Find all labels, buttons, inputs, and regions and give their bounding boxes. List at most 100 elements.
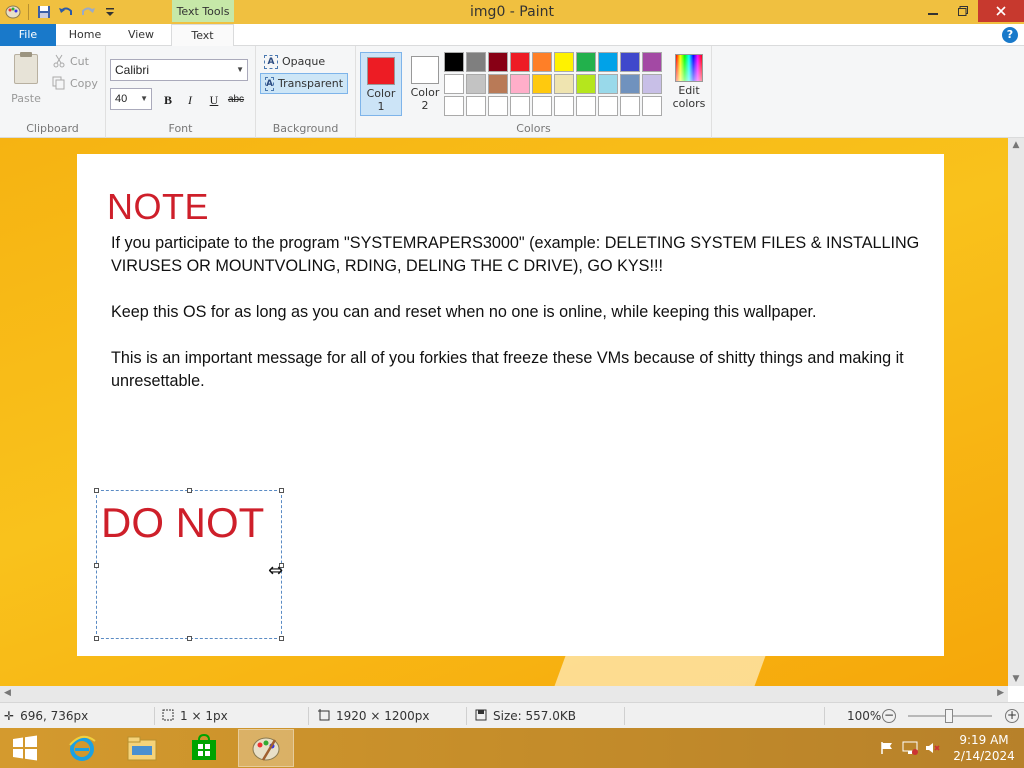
palette-swatch-r3-c2[interactable] — [466, 96, 486, 116]
palette-swatch-r2-c2[interactable] — [466, 74, 486, 94]
tab-file[interactable]: File — [0, 24, 56, 46]
paste-button[interactable]: Paste — [6, 52, 46, 108]
palette-swatch-r3-c3[interactable] — [488, 96, 508, 116]
palette-swatch-r1-c5[interactable] — [532, 52, 552, 72]
file-explorer-icon[interactable] — [114, 729, 170, 767]
palette-swatch-r3-c9[interactable] — [620, 96, 640, 116]
palette-swatch-r3-c6[interactable] — [554, 96, 574, 116]
palette-swatch-r3-c7[interactable] — [576, 96, 596, 116]
chevron-down-icon: ▼ — [140, 94, 148, 103]
tab-view[interactable]: View — [114, 24, 168, 46]
palette-swatch-r3-c5[interactable] — [532, 96, 552, 116]
colors-group: Color 1 Color 2 Edit colors Colors — [356, 46, 712, 138]
italic-button[interactable]: I — [180, 90, 200, 110]
palette-swatch-r2-c7[interactable] — [576, 74, 596, 94]
zoom-slider-thumb[interactable] — [945, 709, 953, 723]
palette-swatch-r3-c4[interactable] — [510, 96, 530, 116]
redo-icon[interactable] — [79, 3, 97, 21]
cursor-position: ✛ 696, 736px — [4, 709, 89, 723]
transparent-icon: A — [265, 76, 274, 91]
palette-swatch-r1-c6[interactable] — [554, 52, 574, 72]
restore-icon[interactable] — [948, 0, 978, 22]
transparent-button[interactable]: A Transparent — [260, 73, 348, 94]
palette-swatch-r2-c3[interactable] — [488, 74, 508, 94]
undo-icon[interactable] — [57, 3, 75, 21]
palette-swatch-r1-c8[interactable] — [598, 52, 618, 72]
palette-swatch-r2-c10[interactable] — [642, 74, 662, 94]
scroll-left-icon[interactable]: ◀ — [4, 688, 11, 698]
zoom-level: 100% — [847, 709, 882, 723]
note-paragraph-1: If you participate to the program "SYSTE… — [111, 234, 920, 275]
palette-swatch-r1-c3[interactable] — [488, 52, 508, 72]
scroll-right-icon[interactable]: ▶ — [997, 688, 1004, 698]
resize-handle-left[interactable] — [94, 563, 99, 568]
taskbar: 9:19 AM 2/14/2024 — [0, 728, 1024, 768]
text-box-content[interactable]: DO NOT — [101, 499, 264, 547]
palette-swatch-r2-c4[interactable] — [510, 74, 530, 94]
underline-button[interactable]: U — [204, 90, 224, 110]
cut-button[interactable]: Cut — [52, 52, 89, 70]
strikethrough-button[interactable]: abc — [226, 90, 246, 110]
palette-swatch-r3-c8[interactable] — [598, 96, 618, 116]
status-bar: ✛ 696, 736px 1 × 1px 1920 × 1200px Size:… — [0, 702, 1024, 728]
palette-swatch-r2-c9[interactable] — [620, 74, 640, 94]
active-text-box[interactable]: DO NOT — [94, 488, 284, 641]
close-icon[interactable] — [978, 0, 1024, 22]
chevron-down-icon: ▼ — [236, 65, 244, 74]
volume-muted-icon[interactable] — [922, 741, 944, 755]
paint-icon[interactable] — [238, 729, 294, 767]
tab-home[interactable]: Home — [58, 24, 112, 46]
minimize-icon[interactable] — [918, 0, 948, 22]
canvas-area[interactable]: NOTE If you participate to the program "… — [0, 138, 1008, 686]
resize-handle-top-left[interactable] — [94, 488, 99, 493]
palette-swatch-r1-c2[interactable] — [466, 52, 486, 72]
palette-swatch-r3-c1[interactable] — [444, 96, 464, 116]
palette-swatch-r2-c5[interactable] — [532, 74, 552, 94]
save-icon[interactable] — [35, 3, 53, 21]
edit-colors-button[interactable]: Edit colors — [666, 52, 712, 110]
horizontal-scrollbar[interactable]: ◀ ▶ — [0, 686, 1008, 702]
color2-button[interactable]: Color 2 — [404, 52, 446, 116]
palette-swatch-r1-c7[interactable] — [576, 52, 596, 72]
vertical-scrollbar[interactable]: ▲ ▼ — [1008, 138, 1024, 686]
palette-swatch-r1-c1[interactable] — [444, 52, 464, 72]
start-button[interactable] — [0, 729, 50, 767]
palette-swatch-r3-c10[interactable] — [642, 96, 662, 116]
resize-handle-bottom-left[interactable] — [94, 636, 99, 641]
colors-group-label: Colors — [516, 122, 551, 135]
palette-swatch-r2-c1[interactable] — [444, 74, 464, 94]
font-group: Calibri ▼ 40 ▼ B I U abc Font — [106, 46, 256, 138]
zoom-in-icon[interactable]: + — [1005, 709, 1019, 723]
image-canvas[interactable]: NOTE If you participate to the program "… — [77, 154, 944, 656]
palette-swatch-r1-c9[interactable] — [620, 52, 640, 72]
help-icon[interactable]: ? — [1002, 27, 1018, 43]
paint-app-icon[interactable] — [4, 3, 22, 21]
clipboard-group: Paste Cut Copy Clipboard — [0, 46, 106, 138]
store-icon[interactable] — [176, 729, 232, 767]
customize-qat-icon[interactable] — [101, 3, 119, 21]
clock[interactable]: 9:19 AM 2/14/2024 — [944, 732, 1024, 764]
color1-button[interactable]: Color 1 — [360, 52, 402, 116]
internet-explorer-icon[interactable] — [54, 729, 110, 767]
network-icon[interactable] — [898, 741, 922, 755]
color-spectrum-icon — [675, 54, 703, 82]
resize-handle-bottom[interactable] — [187, 636, 192, 641]
ribbon-tabs: File Home View Text ? — [0, 24, 1024, 47]
palette-swatch-r1-c10[interactable] — [642, 52, 662, 72]
palette-swatch-r2-c8[interactable] — [598, 74, 618, 94]
copy-button[interactable]: Copy — [52, 74, 98, 92]
action-center-flag-icon[interactable] — [876, 741, 898, 755]
scroll-up-icon[interactable]: ▲ — [1008, 140, 1024, 150]
zoom-out-icon[interactable]: − — [882, 709, 896, 723]
resize-handle-bottom-right[interactable] — [279, 636, 284, 641]
opaque-button[interactable]: A Opaque — [260, 51, 329, 72]
palette-swatch-r2-c6[interactable] — [554, 74, 574, 94]
palette-swatch-r1-c4[interactable] — [510, 52, 530, 72]
tab-text[interactable]: Text — [171, 24, 234, 47]
scroll-down-icon[interactable]: ▼ — [1008, 674, 1024, 684]
font-family-select[interactable]: Calibri ▼ — [110, 59, 248, 81]
resize-handle-top-right[interactable] — [279, 488, 284, 493]
bold-button[interactable]: B — [158, 90, 178, 110]
font-size-select[interactable]: 40 ▼ — [110, 88, 152, 110]
resize-handle-top[interactable] — [187, 488, 192, 493]
